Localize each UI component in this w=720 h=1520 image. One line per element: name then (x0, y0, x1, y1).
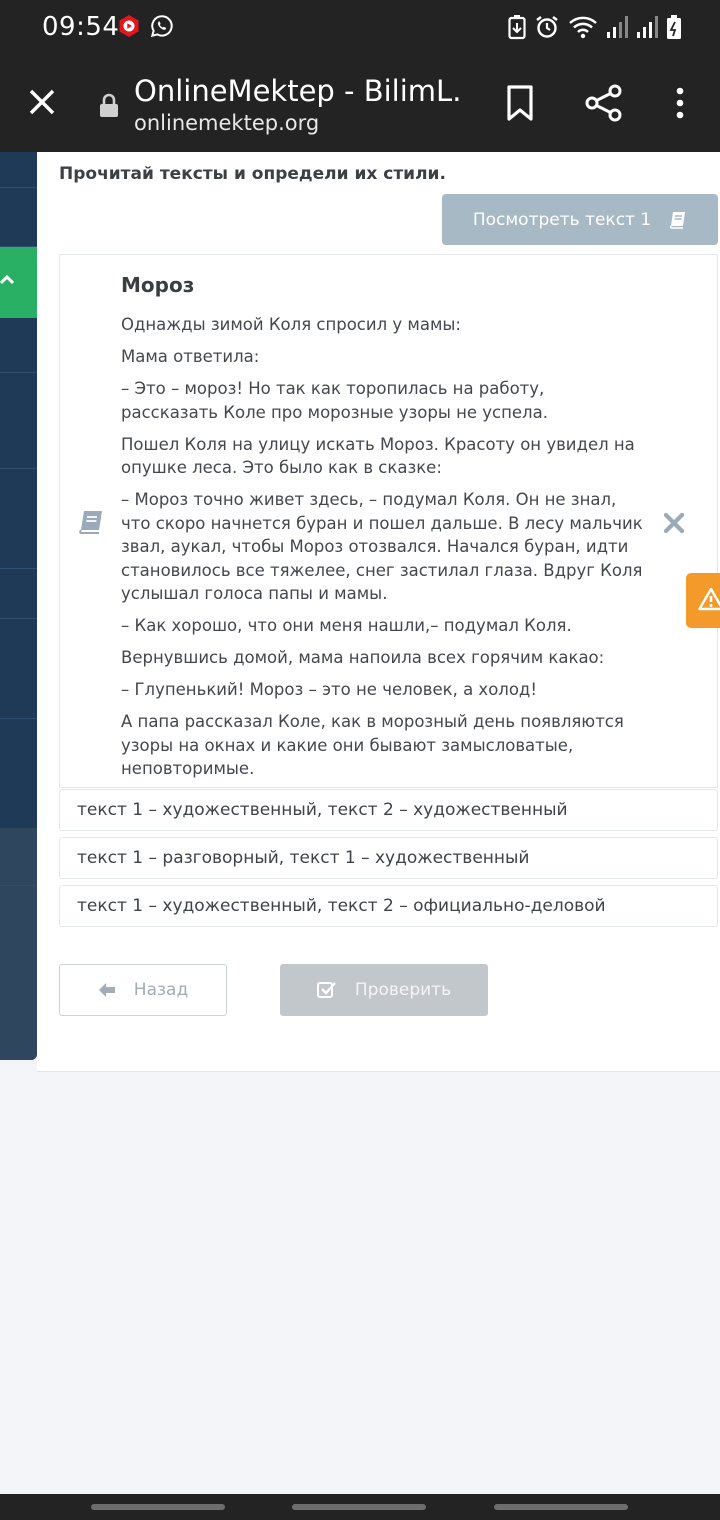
arrow-left-icon (98, 983, 115, 997)
answer-option[interactable]: текст 1 – разговорный, текст 1 – художес… (59, 837, 718, 879)
sidebar-item[interactable] (0, 188, 37, 247)
youtube-icon (119, 15, 139, 37)
book-icon (79, 511, 102, 534)
text-title: Мороз (121, 273, 195, 297)
sidebar (0, 152, 37, 1060)
battery-saver-icon (508, 15, 526, 40)
chevron-up-icon (0, 274, 15, 285)
sidebar-item[interactable] (0, 318, 37, 373)
browser-toolbar: OnlineMektep - BilimL... onlinemektep.or… (0, 56, 720, 152)
whatsapp-icon (150, 15, 173, 38)
book-icon (670, 211, 686, 229)
check-square-icon (316, 982, 336, 998)
text-paragraph: – Это – мороз! Но так как торопилась на … (121, 379, 548, 422)
back-button[interactable]: Назад (59, 964, 227, 1016)
sidebar-item[interactable] (0, 152, 37, 188)
check-button[interactable]: Проверить (280, 964, 488, 1016)
task-content: Прочитай тексты и определи их стили. Пос… (37, 152, 720, 1072)
text-paragraph: Вернувшись домой, мама напоила всех горя… (121, 648, 605, 667)
sidebar-item[interactable] (0, 373, 37, 469)
task-instruction: Прочитай тексты и определи их стили. (59, 164, 446, 184)
status-icons (508, 14, 682, 40)
bookmark-icon[interactable] (504, 84, 536, 122)
answer-option[interactable]: текст 1 – художественный, текст 2 – офиц… (59, 885, 718, 927)
page-url[interactable]: onlinemektep.org (134, 111, 319, 135)
wifi-icon (569, 16, 597, 39)
sidebar-item[interactable] (0, 569, 37, 619)
text-paragraph: Мама ответила: (121, 347, 260, 366)
signal-icon (637, 16, 658, 38)
close-icon[interactable] (26, 86, 58, 118)
text-body: Однажды зимой Коля спросил у мамы: Мама … (121, 313, 646, 789)
sidebar-collapse-button[interactable] (0, 247, 37, 318)
system-nav-bar (0, 1494, 720, 1520)
close-icon[interactable] (663, 512, 685, 534)
answer-option[interactable]: текст 1 – художественный, текст 2 – худо… (59, 789, 718, 831)
text-paragraph: Однажды зимой Коля спросил у мамы: (121, 315, 461, 334)
sidebar-item[interactable] (0, 469, 37, 569)
back-button-label: Назад (133, 980, 189, 1000)
nav-home-button[interactable] (292, 1504, 426, 1510)
signal-icon (607, 16, 628, 38)
alarm-icon (536, 16, 558, 38)
battery-icon (667, 15, 681, 39)
reading-text-panel: Мороз Однажды зимой Коля спросил у мамы:… (59, 254, 718, 788)
text-paragraph: – Глупенький! Мороз – это не человек, а … (121, 680, 537, 699)
status-bar: 09:54 (0, 0, 720, 56)
share-icon[interactable] (584, 84, 624, 122)
check-button-label: Проверить (354, 980, 452, 1000)
page-title: OnlineMektep - BilimL... (134, 74, 464, 108)
sidebar-footer (0, 828, 37, 1060)
sidebar-item[interactable] (0, 619, 37, 719)
text-paragraph: – Как хорошо, что они меня нашли,– подум… (121, 616, 572, 635)
nav-back-button[interactable] (494, 1504, 628, 1510)
sidebar-item[interactable] (0, 828, 37, 886)
view-text-button[interactable]: Посмотреть текст 1 (442, 194, 718, 245)
more-vert-icon[interactable] (666, 84, 694, 122)
text-paragraph: – Мороз точно живет здесь, – подумал Кол… (121, 490, 643, 603)
report-issue-tab[interactable] (686, 573, 720, 628)
status-time: 09:54 (42, 12, 120, 42)
warning-icon (698, 587, 720, 611)
lock-icon (100, 93, 118, 117)
text-paragraph: Пошел Коля на улицу искать Мороз. Красот… (121, 434, 635, 478)
view-text-label: Посмотреть текст 1 (472, 209, 652, 230)
text-paragraph: А папа рассказал Коле, как в морозный де… (121, 712, 624, 778)
nav-recents-button[interactable] (91, 1504, 225, 1510)
